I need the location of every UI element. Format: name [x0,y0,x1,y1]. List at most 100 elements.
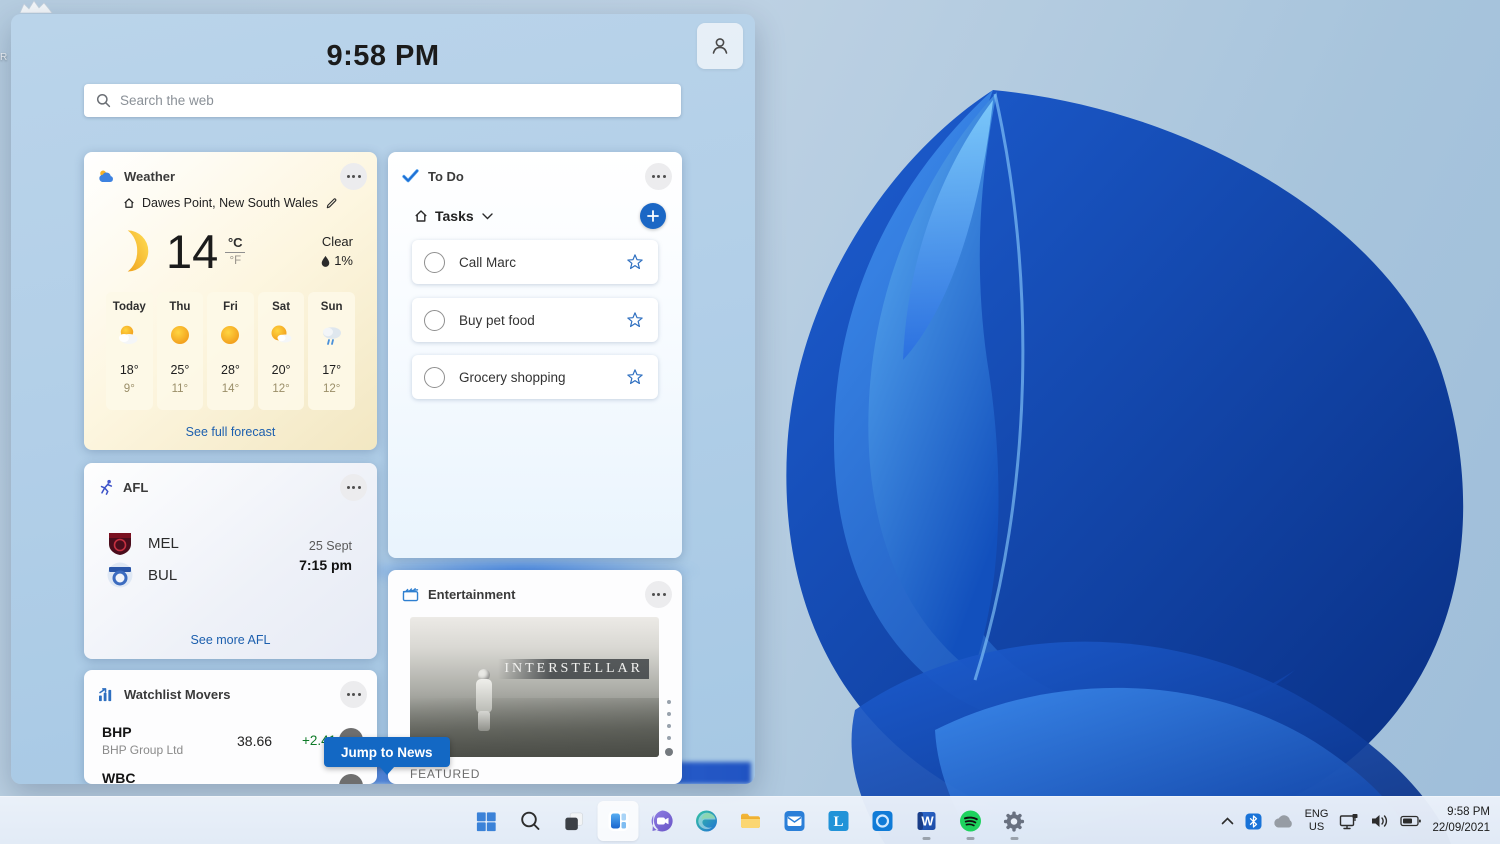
search-input[interactable] [120,93,669,108]
task-item[interactable]: Grocery shopping [412,355,658,399]
spotify-button[interactable] [950,801,991,841]
sunny-icon [170,326,189,344]
todo-more-button[interactable] [645,162,672,190]
stocks-chart-icon [99,687,112,701]
team-code: MEL [148,534,179,552]
clapperboard-icon [402,587,419,601]
bul-team-logo [107,562,133,588]
afl-widget: AFL MEL BUL 25 Sept 7:15 pm See more AFL [84,463,377,659]
widgets-icon [608,811,628,831]
search-bar[interactable] [84,84,681,117]
settings-button[interactable] [994,801,1035,841]
watchlist-more-button[interactable] [340,680,367,708]
task-checkbox[interactable] [424,309,445,331]
widget-title: Watchlist Movers [124,686,231,702]
weather-more-button[interactable] [340,162,367,190]
droplet-icon [321,255,330,267]
add-task-button[interactable] [640,203,666,229]
star-icon [627,254,643,270]
forecast-card[interactable]: Fri 28° 14° [207,292,254,410]
bluetooth-icon[interactable] [1245,813,1262,830]
tasks-list-dropdown[interactable]: Tasks [414,208,493,224]
onedrive-cloud-icon[interactable] [1273,814,1294,828]
network-icon[interactable] [1339,813,1359,830]
rainy-icon [322,327,341,345]
task-star-button[interactable] [626,253,644,271]
home-icon [124,198,134,208]
afl-more-button[interactable] [340,473,367,501]
unit-toggle[interactable]: °C °F [225,235,246,267]
tray-clock[interactable]: 9:58 PM 22/09/2021 [1432,805,1490,836]
svg-text:W: W [921,814,934,829]
widgets-panel: 9:58 PM Weather [11,14,755,784]
weather-icon [99,170,113,182]
home-icon [415,210,427,222]
account-button[interactable] [697,23,743,69]
precipitation: 1% [334,253,353,268]
chat-icon [651,810,673,832]
see-more-afl-link[interactable]: See more AFL [84,633,377,647]
todo-check-icon [402,169,419,183]
star-icon [627,312,643,328]
task-view-button[interactable] [554,801,595,841]
forecast-card[interactable]: Thu 25° 11° [156,292,204,410]
forecast-card[interactable]: Today 18° 9° [106,292,153,410]
see-full-forecast-link[interactable]: See full forecast [84,425,377,439]
carousel-dots[interactable] [665,700,673,756]
stock-row[interactable]: WBC [102,770,135,784]
astronaut-figure [476,669,492,731]
movie-poster[interactable]: INTERSTELLAR [410,617,659,757]
windows-start-icon [476,811,496,831]
start-button[interactable] [466,801,507,841]
task-checkbox[interactable] [424,251,445,273]
app-l-icon: L [828,811,848,831]
jump-to-news-button[interactable]: Jump to News [324,737,450,767]
taskbar-search-button[interactable] [510,801,551,841]
task-star-button[interactable] [626,311,644,329]
condition-text: Clear [321,234,353,249]
forecast-card[interactable]: Sun 17° 12° [308,292,355,410]
task-item[interactable]: Buy pet food [412,298,658,342]
featured-label: FEATURED [410,767,481,781]
task-checkbox[interactable] [424,366,445,388]
edge-button[interactable] [686,801,727,841]
chat-button[interactable] [642,801,683,841]
todo-widget: To Do Tasks Call Marc Buy pet food Groce… [388,152,682,558]
widgets-button[interactable] [597,801,639,841]
movie-title: INTERSTELLAR [498,659,649,679]
task-view-icon [565,811,584,830]
afl-match-row[interactable]: MEL [106,529,179,557]
recycle-bin-icon[interactable] [18,0,54,13]
edit-icon[interactable] [325,197,338,210]
afl-match-row[interactable]: BUL [106,561,177,589]
task-star-button[interactable] [626,368,644,386]
language-switcher[interactable]: ENG US [1305,808,1329,834]
mail-button[interactable] [774,801,815,841]
match-date: 25 Sept [308,539,352,553]
battery-icon[interactable] [1400,815,1422,827]
alexa-button[interactable] [862,801,903,841]
volume-icon[interactable] [1370,813,1389,829]
weather-location: Dawes Point, New South Wales [141,196,318,210]
word-button[interactable]: W [906,801,947,841]
chevron-down-icon [481,212,493,219]
file-explorer-icon [740,813,760,828]
weather-location-row: Dawes Point, New South Wales [84,196,377,210]
widget-title: Entertainment [428,586,516,602]
stock-row[interactable]: BHP BHP Group Ltd [102,724,183,757]
file-explorer-button[interactable] [730,801,771,841]
widget-title: AFL [123,479,149,495]
search-icon [520,811,539,830]
mel-team-logo [109,533,131,555]
task-item[interactable]: Call Marc [412,240,658,284]
spotify-icon [959,810,981,832]
sports-runner-icon [100,479,113,495]
wallpaper-bloom [786,90,1464,844]
sunny-icon [221,326,240,344]
entertainment-more-button[interactable] [645,580,672,608]
tray-chevron-up[interactable] [1221,817,1234,825]
forecast-card[interactable]: Sat 20° 12° [257,292,305,410]
app-l-button[interactable]: L [818,801,859,841]
person-icon [712,38,728,54]
forecast-row: Today 18° 9° Thu 25° 11° Fri 28° 14° Sat… [106,292,355,410]
